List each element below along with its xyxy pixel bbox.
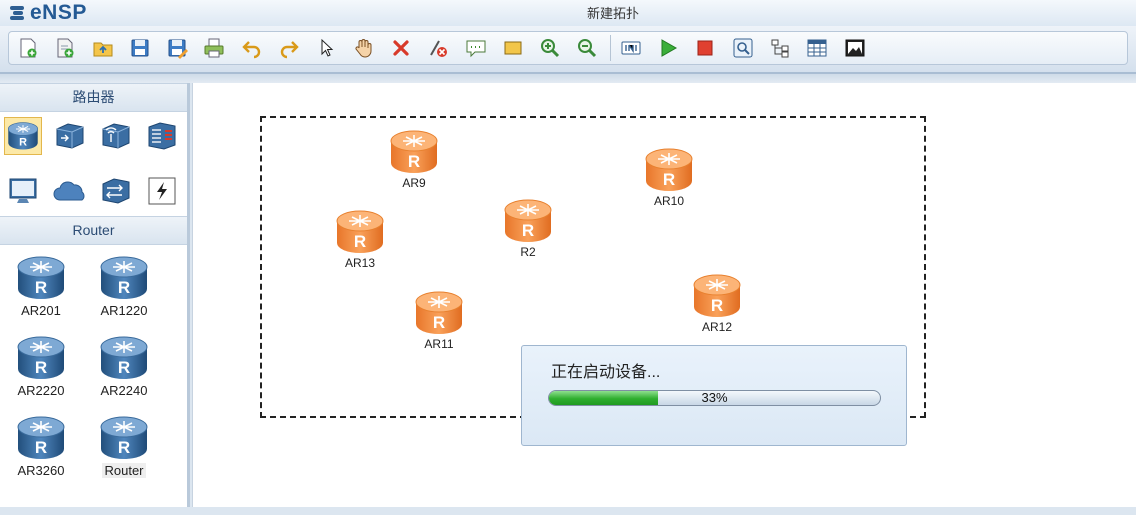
device-ar201[interactable]: AR201 [6,255,76,320]
router-icon [414,290,464,336]
other-devices-icon[interactable] [97,172,135,210]
device-start-progress-dialog: 正在启动设备... 33% [521,345,907,446]
progress-bar: 33% [548,390,881,406]
router-icon [644,147,694,193]
delete-link-icon[interactable] [423,34,453,62]
text-annotation-icon[interactable] [461,34,491,62]
window-title: 新建拓扑 [586,6,639,21]
firewall-category-icon[interactable] [143,117,181,155]
new-topology-icon[interactable] [13,34,43,62]
progress-percent: 33% [701,390,728,405]
device-ar2240[interactable]: AR2240 [89,335,159,400]
print-icon[interactable] [199,34,229,62]
interface-label-icon[interactable] [616,34,646,62]
screenshot-icon[interactable] [840,34,870,62]
topology-node-ar13[interactable]: AR13 [325,209,395,270]
topology-icon[interactable] [765,34,795,62]
device-label: Router [102,463,146,478]
zoom-in-icon[interactable] [535,34,565,62]
device-category-grid [0,112,187,216]
device-ar2220[interactable]: AR2220 [6,335,76,400]
device-label: AR1220 [100,303,148,318]
router-icon [335,209,385,255]
redo-icon[interactable] [274,34,304,62]
stop-device-icon[interactable] [690,34,720,62]
device-label: AR201 [21,303,61,318]
device-ar1220[interactable]: AR1220 [89,255,159,320]
toolbar-button-group [8,31,1128,65]
node-label: R2 [520,245,536,259]
topology-node-ar9[interactable]: AR9 [379,129,449,190]
switch-category-icon[interactable] [51,117,89,155]
router-icon [503,198,553,244]
save-icon[interactable] [125,34,155,62]
delete-icon[interactable] [386,34,416,62]
wireless-category-icon[interactable] [97,117,135,155]
undo-icon[interactable] [237,34,267,62]
router-icon [99,335,149,381]
router-category-icon[interactable] [4,117,42,155]
device-ar3260[interactable]: AR3260 [6,415,76,480]
device-sidebar: 路由器 Router AR201 AR1220 AR2220 AR2240 AR… [0,83,190,507]
topology-node-r2[interactable]: R2 [493,198,563,259]
router-icon [16,415,66,461]
topology-node-ar12[interactable]: AR12 [682,273,752,334]
node-label: AR10 [653,194,685,208]
device-section-title: Router [0,216,187,245]
router-icon [16,255,66,301]
router-icon [16,335,66,381]
pc-terminal-icon[interactable] [4,172,42,210]
open-icon[interactable] [88,34,118,62]
toolbar-separator [609,35,611,61]
custom-device-icon[interactable] [143,172,181,210]
device-label: AR2220 [17,383,65,398]
title-bar: eNSP 新建拓扑 [0,0,1136,27]
device-router[interactable]: Router [89,415,159,480]
pan-hand-icon[interactable] [349,34,379,62]
zoom-reset-icon[interactable] [572,34,602,62]
node-label: AR9 [402,176,426,190]
start-device-icon[interactable] [653,34,683,62]
router-icon [389,129,439,175]
category-title: 路由器 [0,83,187,112]
node-label: AR13 [344,256,376,270]
progress-message: 正在启动设备... [551,364,661,381]
capture-icon[interactable] [728,34,758,62]
main-toolbar [0,26,1136,74]
select-icon[interactable] [311,34,341,62]
rectangle-icon[interactable] [498,34,528,62]
topology-node-ar10[interactable]: AR10 [634,147,704,208]
node-label: AR11 [424,337,454,351]
toolbar-bottom-strip [0,74,1136,83]
router-icon [99,415,149,461]
topology-canvas[interactable]: AR9 AR10 AR13 R2 AR11 AR12 正在启动设备... 33% [192,83,1136,507]
router-icon [99,255,149,301]
topology-node-ar11[interactable]: AR11 [404,290,474,351]
save-as-icon[interactable] [162,34,192,62]
router-icon [692,273,742,319]
grid-icon[interactable] [802,34,832,62]
new-lab-icon[interactable] [50,34,80,62]
node-label: AR12 [701,320,733,334]
device-label: AR2240 [100,383,148,398]
cloud-icon[interactable] [51,172,89,210]
device-model-grid: AR201 AR1220 AR2220 AR2240 AR3260 Router [0,245,187,515]
device-label: AR3260 [17,463,65,478]
